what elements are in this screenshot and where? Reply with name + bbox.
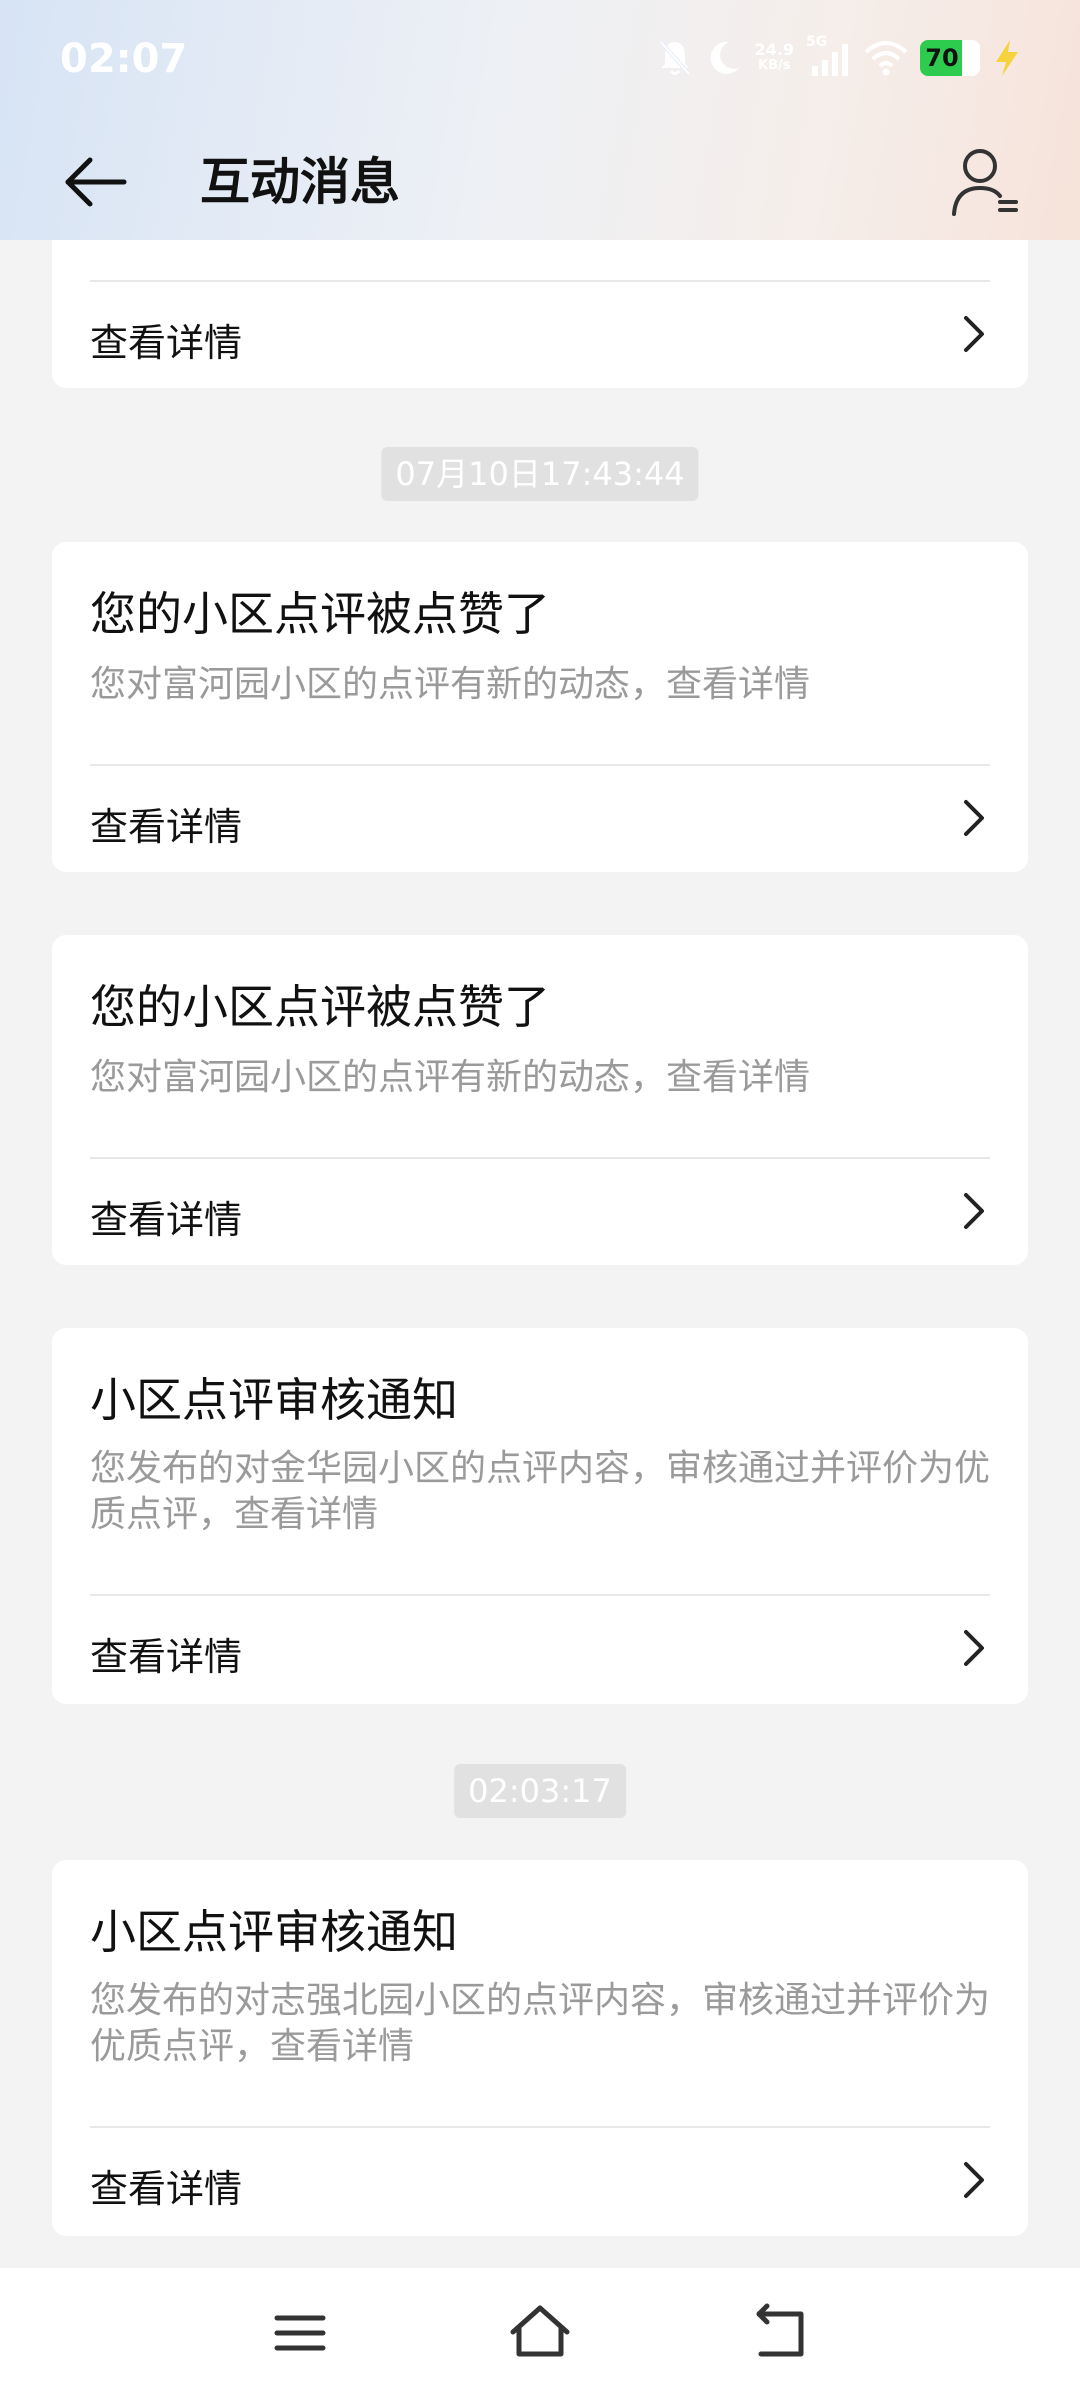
chevron-right-icon	[964, 1630, 984, 1666]
moon-icon	[710, 41, 739, 74]
battery-level: 70	[925, 44, 959, 72]
messages-list[interactable]: 查看详情 07月10日17:43:44 您的小区点评被点赞了 您对富河园小区的点…	[0, 240, 1080, 2268]
network-speed: 24.9 KB/s	[755, 42, 794, 74]
message-description: 您发布的对金华园小区的点评内容，审核通过并评价为优质点评，查看详情	[90, 1448, 991, 1535]
status-bar: 02:07 24.9 KB/s 5G 70	[0, 0, 1080, 120]
divider	[90, 1594, 990, 1596]
network-speed-unit: KB/s	[758, 58, 791, 73]
message-description: 您发布的对志强北园小区的点评内容，审核通过并评价为优质点评，查看详情	[90, 1980, 991, 2067]
message-title: 您的小区点评被点赞了	[90, 980, 550, 1034]
profile-settings-icon[interactable]	[950, 144, 1022, 220]
signal-icon	[812, 44, 848, 76]
message-card[interactable]: 您的小区点评被点赞了 您对富河园小区的点评有新的动态，查看详情 查看详情	[52, 935, 1028, 1265]
view-details-row[interactable]: 查看详情	[52, 768, 1028, 868]
message-card: 查看详情	[52, 240, 1028, 388]
top-bar: 02:07 24.9 KB/s 5G 70 互动消息	[0, 0, 1080, 240]
view-details-label: 查看详情	[90, 805, 243, 849]
wifi-icon	[864, 41, 908, 76]
message-card[interactable]: 小区点评审核通知 您发布的对金华园小区的点评内容，审核通过并评价为优质点评，查看…	[52, 1328, 1028, 1704]
divider	[90, 2126, 990, 2128]
network-speed-value: 24.9	[754, 40, 794, 59]
view-details-label: 查看详情	[90, 321, 243, 365]
home-icon[interactable]	[505, 2298, 575, 2368]
view-details-row[interactable]: 查看详情	[52, 2130, 1028, 2230]
timestamp-badge: 02:03:17	[454, 1764, 626, 1818]
message-card[interactable]: 小区点评审核通知 您发布的对志强北园小区的点评内容，审核通过并评价为优质点评，查…	[52, 1860, 1028, 2236]
message-description: 您对富河园小区的点评有新的动态，查看详情	[90, 664, 811, 705]
view-details-row[interactable]: 查看详情	[52, 1598, 1028, 1698]
chevron-right-icon	[964, 800, 984, 836]
message-description: 您对富河园小区的点评有新的动态，查看详情	[90, 1057, 811, 1098]
message-title: 小区点评审核通知	[90, 1373, 458, 1427]
chevron-right-icon	[964, 1193, 984, 1229]
charging-icon	[996, 40, 1018, 76]
view-details-label: 查看详情	[90, 2167, 243, 2211]
divider	[90, 1157, 990, 1159]
status-icons: 24.9 KB/s 5G 70	[657, 34, 1022, 80]
system-nav-bar	[0, 2268, 1080, 2400]
message-title: 小区点评审核通知	[90, 1905, 458, 1959]
chevron-right-icon	[964, 2162, 984, 2198]
view-details-label: 查看详情	[90, 1198, 243, 1242]
view-details-row[interactable]: 查看详情	[52, 1161, 1028, 1261]
back-arrow-icon[interactable]	[60, 146, 132, 218]
divider	[90, 280, 990, 282]
mute-icon	[659, 40, 691, 76]
divider	[90, 764, 990, 766]
view-details-label: 查看详情	[90, 1635, 243, 1679]
message-card[interactable]: 您的小区点评被点赞了 您对富河园小区的点评有新的动态，查看详情 查看详情	[52, 542, 1028, 872]
menu-icon[interactable]	[265, 2298, 335, 2368]
page-title: 互动消息	[200, 153, 400, 211]
view-details-row[interactable]: 查看详情	[52, 284, 1028, 384]
chevron-right-icon	[964, 316, 984, 352]
status-time: 02:07	[60, 36, 188, 82]
timestamp-badge: 07月10日17:43:44	[381, 447, 699, 501]
message-title: 您的小区点评被点赞了	[90, 587, 550, 641]
battery-indicator: 70	[920, 40, 980, 76]
signal-indicator: 5G	[806, 34, 852, 78]
header: 互动消息	[0, 120, 1080, 240]
back-gesture-icon[interactable]	[745, 2298, 815, 2368]
